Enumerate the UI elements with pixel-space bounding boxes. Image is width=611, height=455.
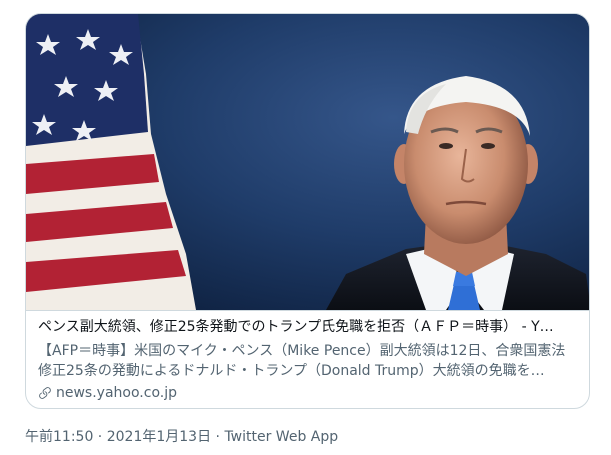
tweet-metadata: 午前11:50 · 2021年1月13日 · Twitter Web App xyxy=(25,428,338,446)
card-description: 【AFP＝時事】米国のマイク・ペンス（Mike Pence）副大統領は12日、合… xyxy=(38,343,566,379)
tweet-time[interactable]: 午前11:50 xyxy=(25,429,93,445)
link-preview-card[interactable]: ペンス副大統領、修正25条発動でのトランプ氏免職を拒否（ＡＦＰ＝時事） - Y…… xyxy=(25,13,590,409)
meta-separator: · xyxy=(211,429,225,445)
card-domain-text[interactable]: news.yahoo.co.jp xyxy=(56,383,177,403)
card-domain-row[interactable]: news.yahoo.co.jp xyxy=(38,383,577,403)
card-text-area[interactable]: ペンス副大統領、修正25条発動でのトランプ氏免職を拒否（ＡＦＰ＝時事） - Y…… xyxy=(26,310,589,408)
card-image[interactable] xyxy=(26,14,589,310)
link-icon xyxy=(39,387,51,399)
tweet-source-app[interactable]: Twitter Web App xyxy=(224,429,338,445)
news-photo-icon xyxy=(26,14,589,310)
meta-separator: · xyxy=(93,429,107,445)
tweet-date[interactable]: 2021年1月13日 xyxy=(107,429,211,445)
card-title[interactable]: ペンス副大統領、修正25条発動でのトランプ氏免職を拒否（ＡＦＰ＝時事） - Y… xyxy=(38,318,577,337)
